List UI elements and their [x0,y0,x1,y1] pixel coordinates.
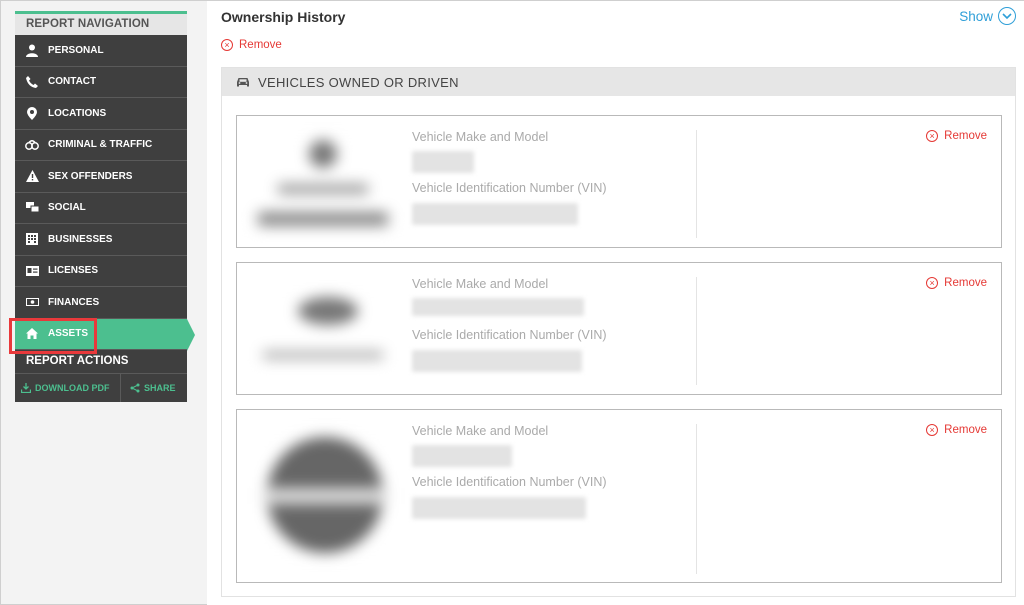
share-label: SHARE [144,383,176,393]
chevron-down-icon [998,7,1016,25]
vehicle-image [253,281,393,376]
share-icon [130,383,140,393]
vehicles-section: VEHICLES OWNED OR DRIVEN Vehicle Make an… [221,67,1016,597]
money-icon [25,295,39,309]
show-toggle[interactable]: Show [959,7,1016,25]
phone-icon [25,75,39,89]
vehicle-card: Vehicle Make and Model Vehicle Identific… [236,115,1002,248]
close-circle-icon: × [221,39,233,51]
download-pdf-button[interactable]: DOWNLOAD PDF [15,374,121,402]
vehicle-card: Vehicle Make and Model Vehicle Identific… [236,262,1002,395]
nav-item-label: CONTACT [48,76,97,88]
nav-item-businesses[interactable]: BUSINESSES [15,224,187,256]
vin-value [412,203,578,225]
vehicle-make-model-label: Vehicle Make and Model [412,277,549,291]
id-card-icon [25,264,39,278]
vehicle-card: Vehicle Make and Model Vehicle Identific… [236,409,1002,583]
vin-label: Vehicle Identification Number (VIN) [412,181,607,195]
report-navigation-header: REPORT NAVIGATION [15,11,187,35]
remove-vehicle-button[interactable]: × Remove [926,277,987,289]
handcuffs-icon [25,138,39,152]
vehicle-fields: Vehicle Make and Model Vehicle Identific… [412,277,697,385]
nav-item-finances[interactable]: FINANCES [15,287,187,319]
remove-label: Remove [944,277,987,289]
chat-icon [25,201,39,215]
nav-item-label: CRIMINAL & TRAFFIC [48,139,153,151]
nav-item-label: SOCIAL [48,202,86,214]
remove-label: Remove [944,130,987,142]
vehicle-image [253,430,393,560]
nav-item-locations[interactable]: LOCATIONS [15,98,187,130]
section-title: VEHICLES OWNED OR DRIVEN [258,74,459,90]
nav-item-label: LOCATIONS [48,107,107,119]
close-circle-icon: × [926,277,939,289]
nav-item-licenses[interactable]: LICENSES [15,255,187,287]
map-pin-icon [25,106,39,120]
close-circle-icon: × [926,424,939,436]
nav-item-label: BUSINESSES [48,233,113,245]
nav-item-criminal-traffic[interactable]: CRIMINAL & TRAFFIC [15,129,187,161]
nav-item-personal[interactable]: PERSONAL [15,35,187,67]
nav-item-social[interactable]: SOCIAL [15,192,187,224]
download-pdf-label: DOWNLOAD PDF [35,383,110,393]
warning-icon [25,169,39,183]
nav-item-sex-offenders[interactable]: SEX OFFENDERS [15,161,187,193]
car-icon [237,77,249,86]
nav-item-label: FINANCES [48,296,100,308]
page-title: Ownership History [221,9,346,25]
nav-item-label: PERSONAL [48,44,104,56]
vin-value [412,497,586,519]
main-content: Ownership History Show × Remove VEHICLES… [207,1,1024,605]
nav-item-label: LICENSES [48,265,99,277]
remove-vehicle-button[interactable]: × Remove [926,424,987,436]
person-icon [25,43,39,57]
remove-label: Remove [944,424,987,436]
vin-label: Vehicle Identification Number (VIN) [412,328,607,342]
vehicle-make-model-label: Vehicle Make and Model [412,130,549,144]
vehicle-image [253,134,393,229]
nav-item-contact[interactable]: CONTACT [15,66,187,98]
nav-item-label: SEX OFFENDERS [48,170,133,182]
remove-section-button[interactable]: × Remove [221,39,282,51]
vin-label: Vehicle Identification Number (VIN) [412,475,607,489]
show-label: Show [959,8,993,24]
assets-highlight-annotation [9,318,97,354]
vehicles-section-header: VEHICLES OWNED OR DRIVEN [222,68,1015,96]
vehicle-make-model-value [412,445,512,467]
building-icon [25,232,39,246]
report-actions: DOWNLOAD PDF SHARE [15,374,187,402]
vehicle-fields: Vehicle Make and Model Vehicle Identific… [412,424,697,574]
remove-vehicle-button[interactable]: × Remove [926,130,987,142]
share-button[interactable]: SHARE [121,374,187,402]
close-circle-icon: × [926,130,939,142]
vin-value [412,350,582,372]
vehicle-make-model-value [412,151,474,173]
vehicle-make-model-label: Vehicle Make and Model [412,424,549,438]
remove-label: Remove [239,39,282,51]
vehicle-make-model-value [412,298,584,316]
download-icon [21,383,31,393]
vehicle-fields: Vehicle Make and Model Vehicle Identific… [412,130,697,238]
